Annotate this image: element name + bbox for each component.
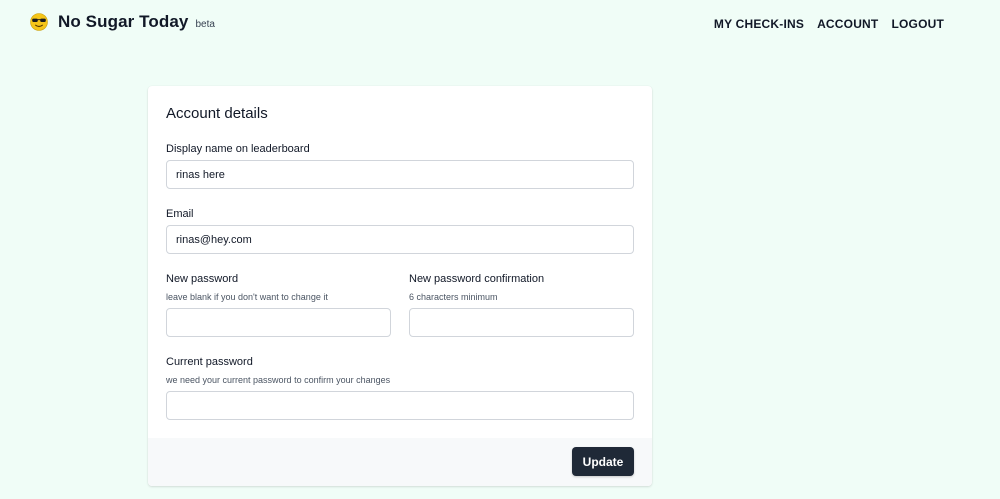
new-password-input[interactable]	[166, 308, 391, 337]
sunglasses-face-icon	[30, 13, 48, 31]
main-nav: MY CHECK-INS ACCOUNT LOGOUT	[714, 17, 944, 31]
display-name-input[interactable]	[166, 160, 634, 189]
email-label: Email	[166, 208, 194, 220]
new-password-hint: leave blank if you don't want to change …	[166, 292, 328, 302]
new-password-confirmation-input[interactable]	[409, 308, 634, 337]
current-password-hint: we need your current password to confirm…	[166, 375, 391, 385]
email-input[interactable]	[166, 225, 634, 254]
new-password-confirmation-hint: 6 characters minimum	[409, 292, 498, 302]
brand-link[interactable]: No Sugar Today beta	[30, 12, 215, 32]
brand-name: No Sugar Today	[58, 12, 189, 31]
display-name-label: Display name on leaderboard	[166, 143, 310, 155]
top-navbar: No Sugar Today beta MY CHECK-INS ACCOUNT…	[0, 0, 1000, 48]
current-password-label: Current password	[166, 356, 253, 368]
account-details-card: Account details Display name on leaderbo…	[148, 86, 652, 486]
nav-logout[interactable]: LOGOUT	[891, 17, 944, 31]
card-footer: Update	[148, 438, 652, 486]
update-button[interactable]: Update	[572, 447, 634, 476]
nav-my-check-ins[interactable]: MY CHECK-INS	[714, 17, 804, 31]
current-password-input[interactable]	[166, 391, 634, 420]
new-password-confirmation-label: New password confirmation	[409, 273, 545, 285]
beta-badge: beta	[195, 18, 215, 30]
card-title: Account details	[166, 105, 268, 122]
new-password-label: New password	[166, 273, 239, 285]
nav-account[interactable]: ACCOUNT	[817, 17, 878, 31]
